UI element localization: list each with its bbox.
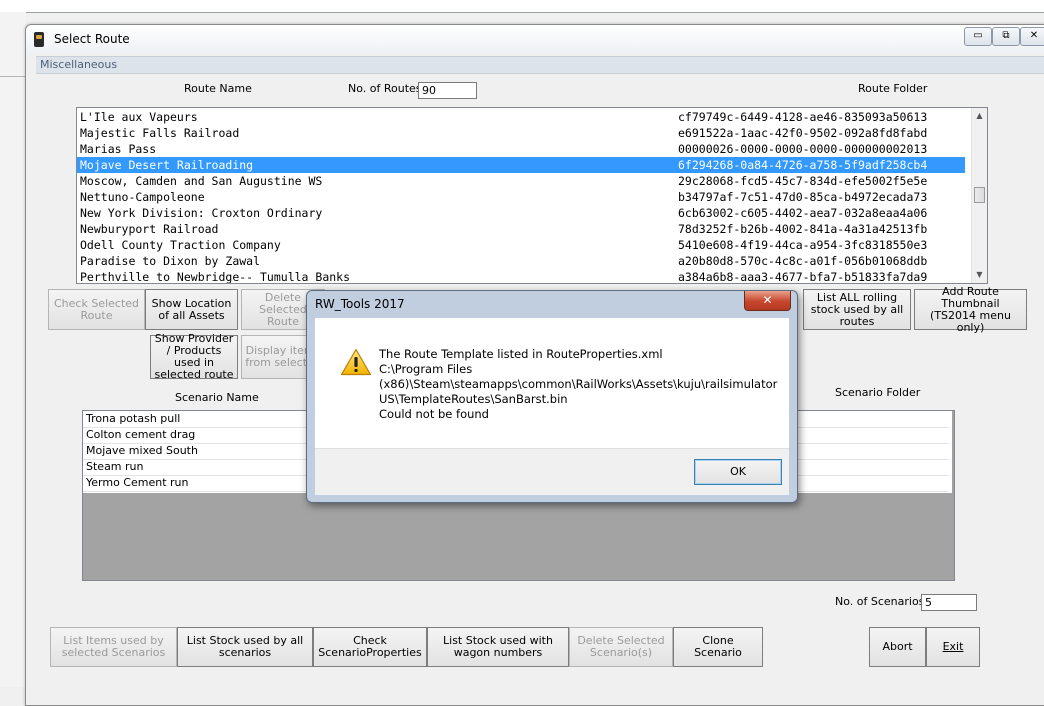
- dialog-message-line: The Route Template listed in RouteProper…: [379, 347, 663, 361]
- route-list-scrollbar[interactable]: ▲ ▼: [971, 108, 987, 283]
- route-name-cell: Perthville to Newbridge-- Tumulla Banks: [80, 270, 351, 284]
- add-route-thumbnail-button[interactable]: Add Route Thumbnail (TS2014 menu only): [914, 285, 1027, 333]
- dialog-message-line: C:\Program Files: [379, 362, 473, 376]
- check-selected-route-button[interactable]: Check Selected Route: [48, 289, 145, 330]
- route-row[interactable]: Odell County Traction Company 5410e608-4f…: [77, 237, 965, 253]
- route-folder-cell: a384a6b8-aaa3-4677-bfa7-b51833fa7da9: [678, 270, 928, 284]
- route-name-cell: L'Ile aux Vapeurs: [80, 110, 198, 124]
- route-name-header: Route Name: [184, 82, 252, 95]
- list-stock-all-scenarios-button[interactable]: List Stock used by all scenarios: [177, 627, 313, 667]
- route-name-cell: Marias Pass: [80, 142, 157, 156]
- scenario-name-header: Scenario Name: [175, 391, 259, 404]
- route-row[interactable]: Nettuno-Campoleone b34797af-7c51-47d0-85c…: [77, 189, 965, 205]
- tab-miscellaneous[interactable]: Miscellaneous: [36, 56, 1044, 74]
- tab-label: Miscellaneous: [40, 58, 118, 71]
- num-scenarios-label: No. of Scenarios: [835, 595, 925, 608]
- list-all-rolling-stock-button[interactable]: List ALL rolling stock used by all route…: [803, 289, 911, 330]
- dialog-message-line: (x86)\Steam\steamapps\common\RailWorks\A…: [379, 377, 778, 391]
- dialog-body: The Route Template listed in RouteProper…: [315, 318, 789, 448]
- dialog-title: RW_Tools 2017: [315, 297, 405, 311]
- route-folder-cell: 78d3252f-b26b-4002-841a-4a31a42513fb: [678, 222, 928, 236]
- scenario-name-cell: Mojave mixed South: [86, 444, 198, 457]
- ok-button[interactable]: OK: [694, 459, 782, 485]
- dialog-message-line: US\TemplateRoutes\SanBarst.bin: [379, 392, 568, 406]
- list-items-scenarios-button[interactable]: List Items used by selected Scenarios: [50, 627, 177, 667]
- show-provider-button[interactable]: Show Provider / Products used in selecte…: [150, 333, 238, 381]
- scenario-name-cell: Steam run: [86, 460, 144, 473]
- dialog-footer: OK: [315, 448, 789, 495]
- route-folder-header: Route Folder: [858, 82, 928, 95]
- scroll-thumb[interactable]: [974, 187, 985, 203]
- route-name-cell: Newburyport Railroad: [80, 222, 219, 236]
- route-name-cell: Odell County Traction Company: [80, 238, 281, 252]
- window-title: Select Route: [54, 32, 130, 46]
- clone-scenario-button[interactable]: Clone Scenario: [673, 627, 763, 667]
- scroll-up-arrow-icon[interactable]: ▲: [972, 109, 987, 123]
- show-location-button[interactable]: Show Location of all Assets: [145, 289, 238, 330]
- num-routes-field[interactable]: 90: [418, 82, 477, 99]
- route-folder-cell: 29c28068-fcd5-45c7-834d-efe5002f5e5e: [678, 174, 928, 188]
- route-folder-cell: 6f294268-0a84-4726-a758-5f9adf258cb4: [678, 158, 928, 172]
- num-scenarios-field[interactable]: 5: [921, 594, 977, 611]
- route-row[interactable]: Newburyport Railroad 78d3252f-b26b-4002-8…: [77, 221, 965, 237]
- scenario-folder-header: Scenario Folder: [835, 386, 921, 399]
- route-folder-cell: cf79749c-6449-4128-ae46-835093a50613: [678, 110, 928, 124]
- route-name-cell: Paradise to Dixon by Zawal: [80, 254, 261, 268]
- restore-button[interactable]: ⧉: [992, 27, 1020, 46]
- route-folder-cell: 00000026-0000-0000-0000-000000002013: [678, 142, 928, 156]
- route-row[interactable]: Marias Pass 00000026-0000-0000-0000-00000…: [77, 141, 965, 157]
- route-folder-cell: 6cb63002-c605-4402-aea7-032a8eaa4a06: [678, 206, 928, 220]
- route-folder-cell: a20b80d8-570c-4c8c-a01f-056b01068ddb: [678, 254, 928, 268]
- scroll-down-arrow-icon[interactable]: ▼: [972, 268, 987, 282]
- route-row[interactable]: Majestic Falls Railroad e691522a-1aac-42f…: [77, 125, 965, 141]
- abort-button[interactable]: Abort: [869, 627, 926, 667]
- route-list[interactable]: L'Ile aux Vapeurs cf79749c-6449-4128-ae46…: [76, 107, 988, 284]
- scenario-name-cell: Trona potash pull: [86, 412, 181, 425]
- app-lantern-icon: [34, 32, 44, 47]
- route-name-cell: Majestic Falls Railroad: [80, 126, 240, 140]
- route-name-cell: Moscow, Camden and San Augustine WS: [80, 174, 323, 188]
- minimize-button[interactable]: ▭: [964, 27, 992, 46]
- dialog-close-button[interactable]: ✕: [744, 291, 791, 311]
- background-window-strip: [0, 0, 1044, 13]
- route-row[interactable]: Mojave Desert Railroading 6f294268-0a84-4…: [77, 157, 965, 173]
- scenario-name-cell: Colton cement drag: [86, 428, 196, 441]
- dialog-message-line: Could not be found: [379, 407, 489, 421]
- route-row[interactable]: Paradise to Dixon by Zawal a20b80d8-570c-…: [77, 253, 965, 269]
- route-name-cell: New York Division: Croxton Ordinary: [80, 206, 323, 220]
- title-bar[interactable]: Select Route ▭ ⧉ ✕: [26, 25, 1044, 53]
- route-row[interactable]: L'Ile aux Vapeurs cf79749c-6449-4128-ae46…: [77, 109, 965, 125]
- list-stock-wagon-numbers-button[interactable]: List Stock used with wagon numbers: [427, 627, 569, 667]
- error-dialog: RW_Tools 2017 ✕ The Route Template liste…: [306, 290, 798, 503]
- route-name-cell: Mojave Desert Railroading: [80, 158, 254, 172]
- delete-scenarios-button[interactable]: Delete Selected Scenario(s): [569, 627, 673, 667]
- background-divider: [0, 76, 26, 77]
- num-routes-label: No. of Routes: [348, 82, 422, 95]
- warning-icon: [340, 348, 372, 376]
- exit-button[interactable]: Exit: [926, 627, 980, 667]
- route-row[interactable]: Moscow, Camden and San Augustine WS 29c28…: [77, 173, 965, 189]
- route-name-cell: Nettuno-Campoleone: [80, 190, 205, 204]
- check-scenario-properties-button[interactable]: Check ScenarioProperties: [313, 627, 427, 667]
- route-folder-cell: 5410e608-4f19-44ca-a954-3fc8318550e3: [678, 238, 928, 252]
- scenario-name-cell: Yermo Cement run: [86, 476, 189, 489]
- route-folder-cell: b34797af-7c51-47d0-85ca-b4972ecada73: [678, 190, 928, 204]
- background-window-edge: [0, 12, 26, 687]
- route-folder-cell: e691522a-1aac-42f0-9502-092a8fd8fabd: [678, 126, 928, 140]
- route-row[interactable]: New York Division: Croxton Ordinary 6cb63…: [77, 205, 965, 221]
- close-window-button[interactable]: ✕: [1020, 27, 1044, 46]
- route-row[interactable]: Perthville to Newbridge-- Tumulla Banks a…: [77, 269, 965, 284]
